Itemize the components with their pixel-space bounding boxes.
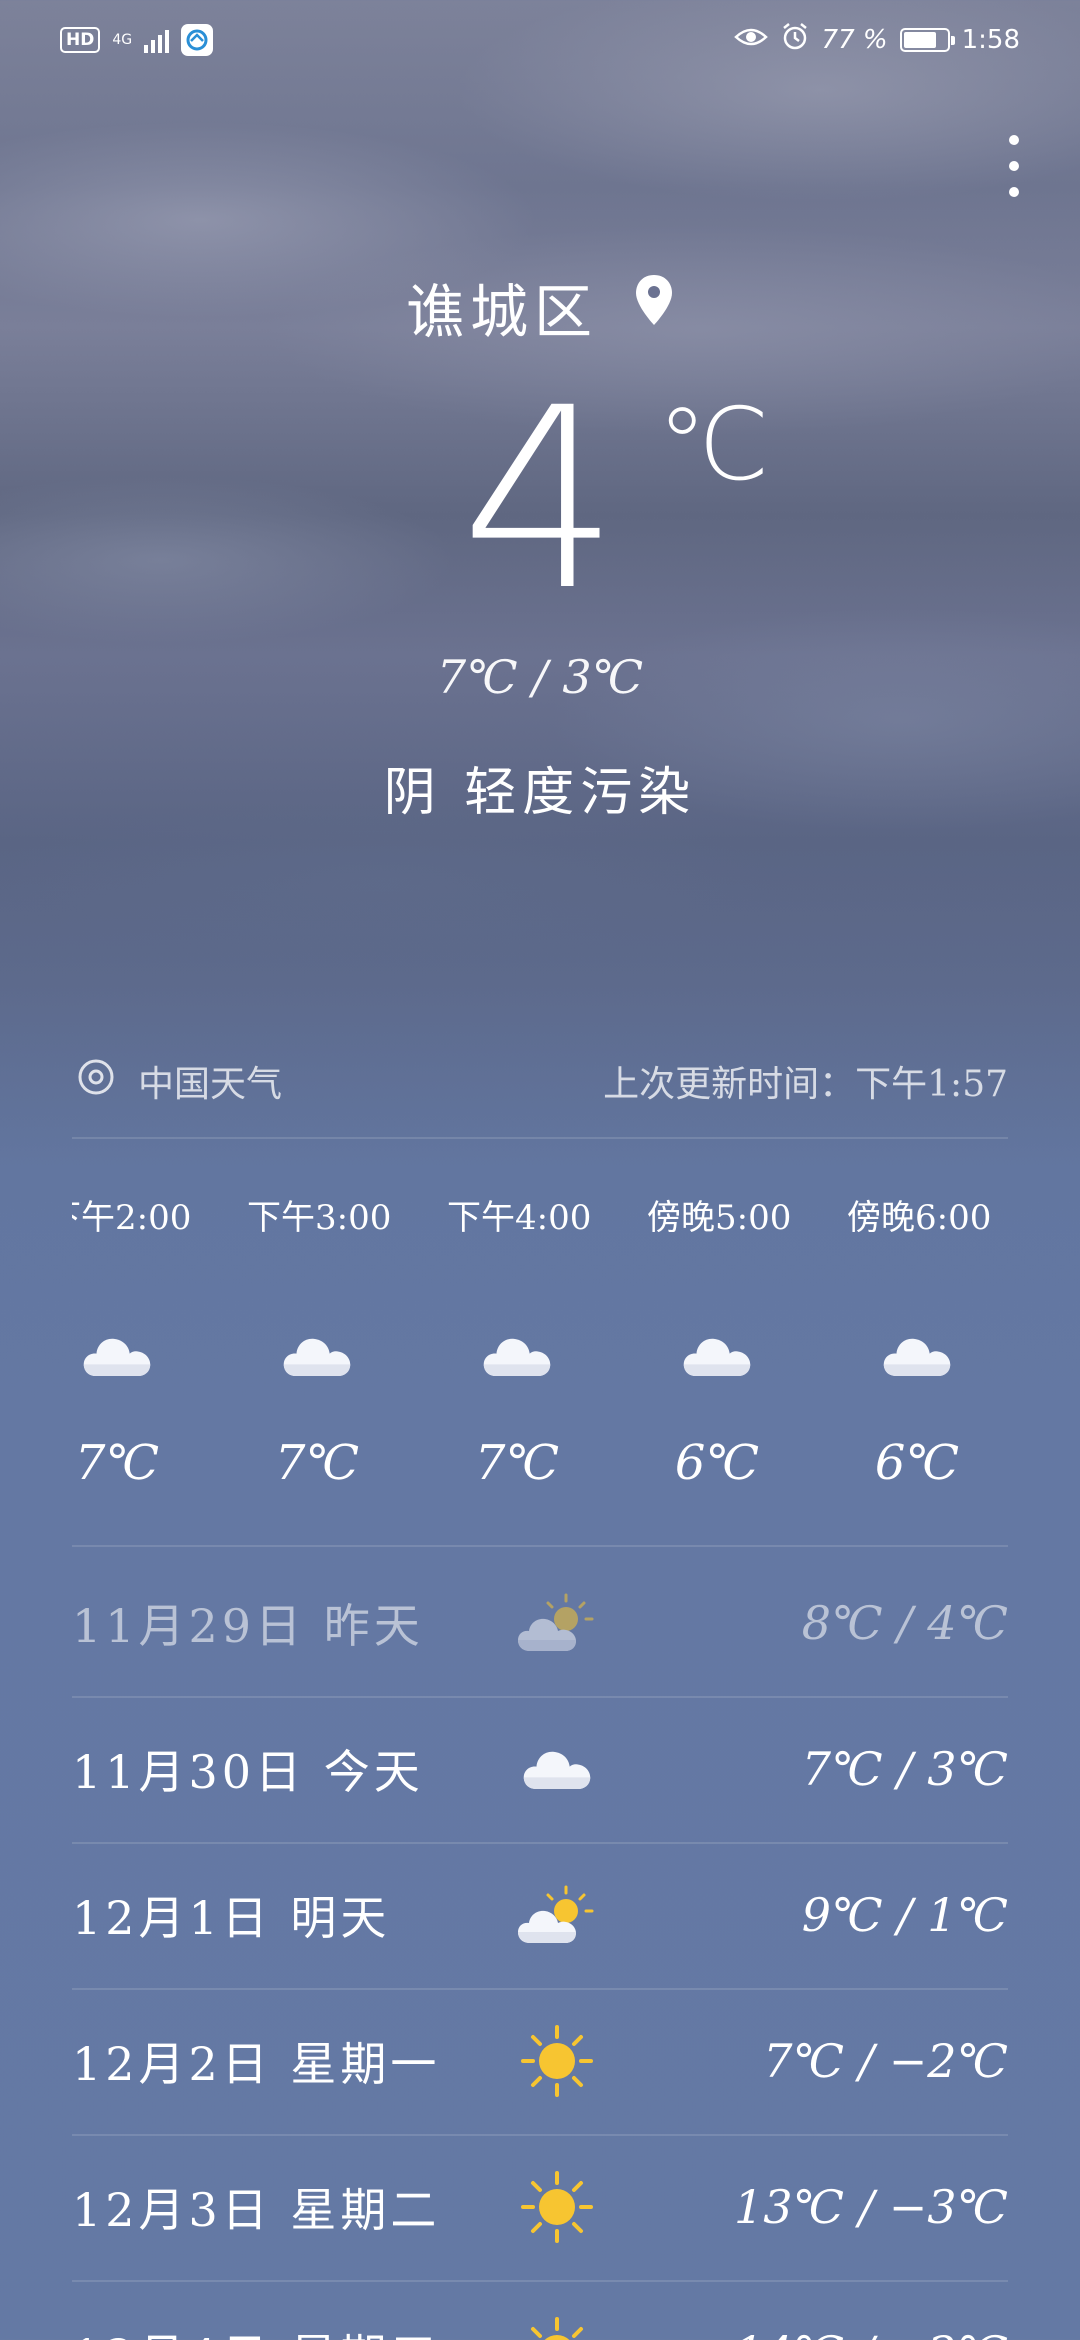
day-temperature-range: 14℃ / −2℃ [612, 2326, 1008, 2340]
cloud-icon [682, 1335, 752, 1382]
weather-condition: 阴 轻度污染 [383, 763, 697, 823]
day-temperature-range: 7℃ / −2℃ [763, 2034, 1008, 2088]
hour-temperature: 7℃ [74, 1435, 160, 1491]
day-temperature-range: 8℃ / 4℃ [801, 1596, 1008, 1650]
temperature-unit: ℃ [657, 386, 770, 503]
partly-cloudy-icon [502, 1883, 612, 1947]
last-updated: 上次更新时间：下午1:57 [603, 1064, 1008, 1105]
battery-percent: 77 % [821, 25, 888, 55]
day-label: 12月1日 明天 [72, 1891, 391, 1945]
sun-icon [502, 2313, 612, 2340]
data-source-row: 中国天气 上次更新时间：下午1:57 [76, 1055, 1008, 1107]
hour-time: 傍晚5:00 [647, 1198, 792, 1238]
day-temperature-range: 13℃ / −3℃ [733, 2180, 1008, 2234]
cloud-icon [882, 1335, 952, 1382]
hourly-item: 下午3:00 7℃ [247, 1190, 392, 1491]
hourly-item: 傍晚5:00 6℃ [647, 1190, 792, 1491]
hour-time: 下午3:00 [247, 1198, 392, 1238]
hourly-item: 晚 [1047, 1190, 1080, 1239]
clock: 1:58 [961, 25, 1020, 55]
today-high-low: 7℃ / 3℃ [436, 650, 644, 704]
location-header[interactable]: 谯城区 [0, 265, 1080, 349]
hour-time: 傍晚6:00 [847, 1198, 992, 1238]
location-name: 谯城区 [405, 278, 598, 346]
partly-cloudy-icon [502, 1591, 612, 1655]
app-notification-icon [181, 24, 214, 56]
alarm-icon [780, 22, 810, 59]
cloud-icon [502, 1748, 612, 1791]
daily-row[interactable]: 12月2日 星期一 7℃ / −2℃ [72, 1988, 1008, 2134]
daily-row[interactable]: 12月3日 星期二 13℃ / −3℃ [72, 2134, 1008, 2280]
hourly-item: 傍晚6:00 6℃ [847, 1190, 992, 1491]
sun-icon [502, 2021, 612, 2101]
hourly-forecast[interactable]: 下午2:00 7℃ 下午3:00 7℃ 下午4:00 7℃ 傍晚5:00 6℃ 傍晚6:00 6℃… [72, 1190, 1080, 1500]
hourly-item: 下午4:00 7℃ [447, 1190, 592, 1491]
day-label: 11月29日 昨天 [72, 1599, 424, 1653]
divider [72, 1545, 1008, 1547]
hour-time: 下午2:00 [72, 1198, 192, 1238]
hourly-item: 下午2:00 7℃ [72, 1190, 192, 1491]
day-temperature-range: 9℃ / 1℃ [801, 1888, 1008, 1942]
signal-icon [144, 27, 170, 53]
temperature-value: 4 [460, 354, 620, 645]
daily-row[interactable]: 12月4日 星期三 14℃ / −2℃ [72, 2280, 1008, 2340]
eye-comfort-icon [733, 25, 768, 55]
source-name: 中国天气 [138, 1064, 283, 1105]
hour-temperature: 6℃ [874, 1435, 960, 1491]
hour-time: 下午4:00 [447, 1198, 592, 1238]
hour-temperature: 7℃ [474, 1435, 560, 1491]
day-label: 12月3日 星期二 [72, 2183, 441, 2237]
daily-row[interactable]: 11月30日 今天 7℃ / 3℃ [72, 1696, 1008, 1842]
cloud-icon [82, 1335, 152, 1382]
hour-time: 晚 [1047, 1190, 1080, 1239]
battery-icon [899, 28, 955, 52]
day-label: 12月4日 星期三 [72, 2320, 502, 2340]
location-pin-icon [634, 273, 674, 341]
china-weather-logo-icon [76, 1057, 116, 1106]
more-options-icon[interactable] [994, 135, 1034, 197]
hour-temperature: 7℃ [274, 1435, 360, 1491]
day-label: 11月30日 今天 [72, 1745, 424, 1799]
day-temperature-range: 7℃ / 3℃ [801, 1742, 1008, 1796]
hd-badge: HD [60, 27, 101, 53]
day-label: 12月2日 星期一 [72, 2037, 441, 2091]
daily-row[interactable]: 11月29日 昨天 8℃ / 4℃ [72, 1550, 1008, 1696]
sun-icon [502, 2167, 612, 2247]
network-type: 4G [112, 32, 133, 48]
hour-temperature: 6℃ [674, 1435, 760, 1491]
cloud-icon [282, 1335, 352, 1382]
daily-row[interactable]: 12月1日 明天 9℃ / 1℃ [72, 1842, 1008, 1988]
current-temperature: 4 ℃ [0, 375, 1080, 625]
battery-fill [903, 32, 936, 48]
divider [72, 1137, 1008, 1139]
status-bar: HD 4G 77 % 1:58 [0, 0, 1080, 80]
cloud-icon [482, 1335, 552, 1382]
